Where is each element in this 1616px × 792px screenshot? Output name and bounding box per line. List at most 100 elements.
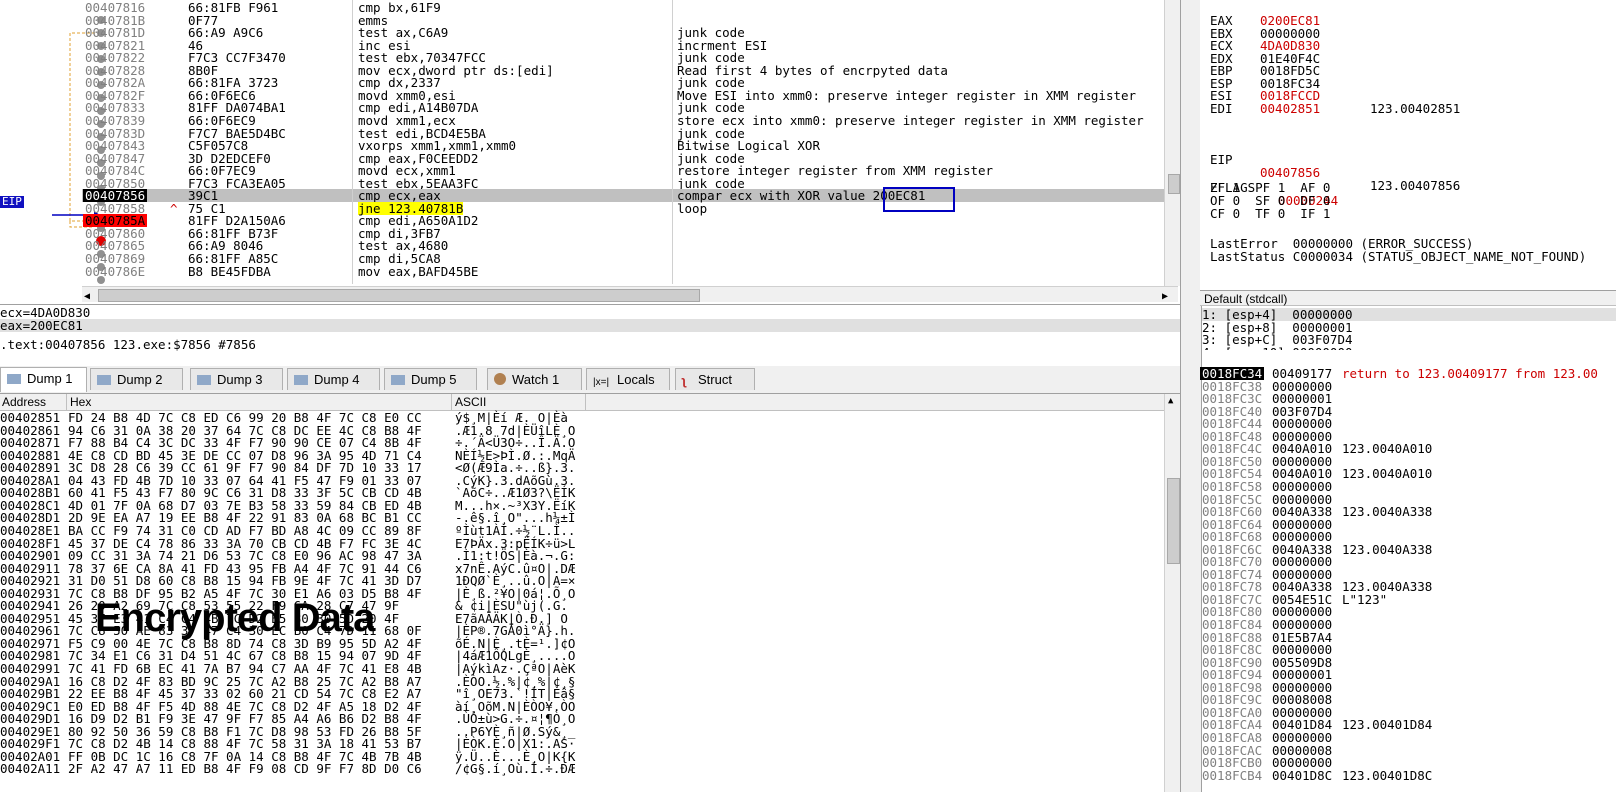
stack-row[interactable]: 0018FC9C 00008008 [1200, 693, 1616, 706]
vertical-scrollbar[interactable] [1164, 0, 1180, 286]
stack-row[interactable]: 0018FC80 00000000 [1200, 605, 1616, 618]
dump-row[interactable]: 00402A11 2F A2 47 A7 11 ED B8 4F F9 08 CD… [0, 762, 600, 775]
tab-label: Dump 2 [117, 372, 163, 387]
scrollbar-thumb[interactable] [1168, 174, 1180, 194]
disassembly-pane[interactable]: EIP 00407816 66:81FB F961 cmp bx,61F9 00407… [0, 0, 1180, 302]
disasm-row[interactable]: 00407839 66:0F6EC9 movd xmm1,ecx store ecx … [82, 114, 1178, 127]
stack-row[interactable]: 0018FC98 00000000 [1200, 681, 1616, 694]
stack-row[interactable]: 0018FCAC 00000008 [1200, 744, 1616, 757]
stack-comment: 123.0040A338 [1342, 504, 1433, 520]
tab-label: Dump 3 [217, 372, 263, 387]
tab-dump-2[interactable]: Dump 2 [90, 368, 183, 390]
register-value: 00402851 [1260, 100, 1321, 116]
header-address: Address [2, 395, 47, 409]
stack-row[interactable]: 0018FC4C 0040A010 123.0040A010 [1200, 442, 1616, 455]
dump-vertical-scrollbar[interactable]: ▲ [1164, 394, 1181, 792]
stack-row[interactable]: 0018FC6C 0040A338 123.0040A338 [1200, 543, 1616, 556]
stack-row[interactable]: 0018FCA4 00401D84 123.00401D84 [1200, 718, 1616, 731]
instruction-comment: loop [677, 200, 708, 216]
stack-row[interactable]: 0018FC40 003F07D4 [1200, 405, 1616, 418]
dump-row[interactable]: 004028E1 BA CC F9 74 31 C0 CD AD F7 BD A8… [0, 524, 600, 537]
dump-ascii: ºÌùt1ÀÍ.÷½¨L.Ì.. [455, 522, 576, 538]
horizontal-scrollbar[interactable]: ◀ ▶ [82, 286, 1178, 302]
tab-dump-5[interactable]: Dump 5 [384, 368, 477, 390]
tab-dump-4[interactable]: Dump 4 [287, 368, 380, 390]
tab-struct[interactable]: ʅ Struct [675, 368, 755, 390]
disasm-row[interactable]: 00407856 39C1 cmp ecx,eax compar ecx with X… [82, 189, 1178, 203]
stack-row[interactable]: 0018FC3C 00000001 [1200, 392, 1616, 405]
disasm-row[interactable]: 00407816 66:81FB F961 cmp bx,61F9 [82, 1, 1178, 14]
flags-row-3[interactable]: CF 0 TF 0 IF 1 [1210, 207, 1330, 220]
hex-dump-pane[interactable]: Address Hex ASCII 00402851 FD 24 B8 4D 7C… [0, 394, 1180, 792]
stack-row[interactable]: 0018FC38 00000000 [1200, 380, 1616, 393]
register-name: EDI [1210, 100, 1233, 116]
header-ascii: ASCII [451, 394, 486, 410]
dump-hex: 2F A2 47 A7 11 ED B8 4F F9 08 CD 9F F7 8… [68, 761, 422, 777]
calling-convention-label[interactable]: Default (stdcall) [1200, 290, 1616, 306]
scrollbar-thumb[interactable] [98, 289, 700, 302]
eip-label: EIP [0, 195, 24, 208]
stack-row[interactable]: 0018FCB4 00401D8C 123.00401D8C [1200, 769, 1616, 782]
stack-value: 00401D8C [1272, 767, 1333, 783]
dump-icon [97, 375, 111, 385]
dump-header: Address Hex ASCII [0, 394, 1180, 411]
info-location: .text:00407856 123.exe:$7856 #7856 [0, 337, 256, 352]
tab-dump-1[interactable]: Dump 1 [0, 367, 87, 392]
stack-comment: return to 123.00409177 from 123.00 [1342, 366, 1598, 381]
tab-watch-1[interactable]: Watch 1 [487, 368, 582, 390]
stack-row[interactable]: 0018FC88 01E5B7A4 [1200, 631, 1616, 644]
stack-pane[interactable]: 0018FC34 00409177 return to 123.00409177 f… [1200, 366, 1616, 792]
register-eip[interactable]: EIP 00407856 123.00407856 [1210, 140, 1460, 192]
stack-row[interactable]: 0018FC8C 00000000 [1200, 643, 1616, 656]
call-args-pane: Default (stdcall) 1: [esp+4] 00000000 2: … [1200, 290, 1616, 350]
stack-row[interactable]: 0018FC58 00000000 [1200, 480, 1616, 493]
dump-icon [391, 375, 405, 385]
tab-dump-3[interactable]: Dump 3 [190, 368, 283, 390]
stack-comment: L"123" [1342, 591, 1388, 607]
stack-row[interactable]: 0018FCA8 00000000 [1200, 731, 1616, 744]
jump-taken-icon: ^ [170, 200, 178, 216]
header-end [585, 394, 586, 410]
scroll-up-icon[interactable]: ▲ [1168, 396, 1173, 406]
scroll-right-icon[interactable]: ▶ [1162, 290, 1168, 302]
stack-row[interactable]: 0018FC7C 0054E51C L"123" [1200, 593, 1616, 606]
instruction-text: movd xmm1,ecx [358, 112, 456, 128]
stack-address: 0018FCB4 [1202, 767, 1263, 783]
dump-tabs: Dump 1 Dump 2 Dump 3 Dump 4 Dump 5 Watch… [0, 366, 1180, 394]
stack-row[interactable]: 0018FC94 00000001 [1200, 668, 1616, 681]
stack-row[interactable]: 0018FC54 0040A010 123.0040A010 [1200, 467, 1616, 480]
info-pane: ecx=4DA0D830 eax=200EC81 .text:00407856 … [0, 304, 1180, 355]
stack-row[interactable]: 0018FC44 00000000 [1200, 417, 1616, 430]
disasm-row[interactable]: 0040786E B8 BE45FDBA mov eax,BAFD45BE [82, 265, 1178, 278]
instruction-address: 00407839 [85, 112, 146, 128]
column-separator [672, 0, 673, 284]
stack-row[interactable]: 0018FC78 0040A338 123.0040A338 [1200, 580, 1616, 593]
watch-icon [494, 373, 506, 385]
stack-value: 00000000 [1272, 478, 1333, 494]
disasm-row[interactable]: 00407850 F7C3 FCA3EA05 test ebx,5EAA3FC jun… [82, 177, 1178, 190]
stack-comment: 123.0040A010 [1342, 466, 1433, 482]
dump-address: 004028E1 [0, 522, 61, 538]
instruction-bytes: B8 BE45FDBA [188, 263, 271, 279]
disasm-row[interactable]: 0040781D 66:A9 A9C6 test ax,C6A9 junk code [82, 26, 1178, 39]
disasm-row[interactable]: 00407822 F7C3 CC7F3470 test ebx,70347FCC ju… [82, 51, 1178, 64]
dump-icon [7, 374, 21, 384]
instruction-text: mov eax,BAFD45BE [358, 263, 479, 279]
tab-locals[interactable]: |x=| Locals [586, 368, 670, 390]
stack-address: 0018FC58 [1202, 478, 1263, 494]
tab-label: Locals [617, 372, 655, 387]
dump-ascii: /¢G§.í¸Où.Í.÷.ÐÆ [455, 761, 576, 777]
stack-row[interactable]: 0018FC70 00000000 [1200, 555, 1616, 568]
pane-splitter[interactable] [1180, 0, 1202, 792]
stack-row[interactable]: 0018FC64 00000000 [1200, 518, 1616, 531]
stack-row[interactable]: 0018FC60 0040A338 123.0040A338 [1200, 505, 1616, 518]
scrollbar-thumb[interactable] [1167, 478, 1180, 564]
stack-row[interactable]: 0018FC34 00409177 return to 123.00409177 f… [1200, 367, 1616, 380]
arg-row[interactable]: 4: [esp+10] 00000000 [1202, 346, 1353, 350]
dump-address: 00402A11 [0, 761, 61, 777]
scroll-left-icon[interactable]: ◀ [84, 290, 90, 302]
stack-row[interactable]: 0018FC84 00000000 [1200, 618, 1616, 631]
stack-row[interactable]: 0018FC90 005509D8 [1200, 656, 1616, 669]
register-note: 123.00407856 [1370, 178, 1461, 193]
tab-label: Dump 5 [411, 372, 457, 387]
